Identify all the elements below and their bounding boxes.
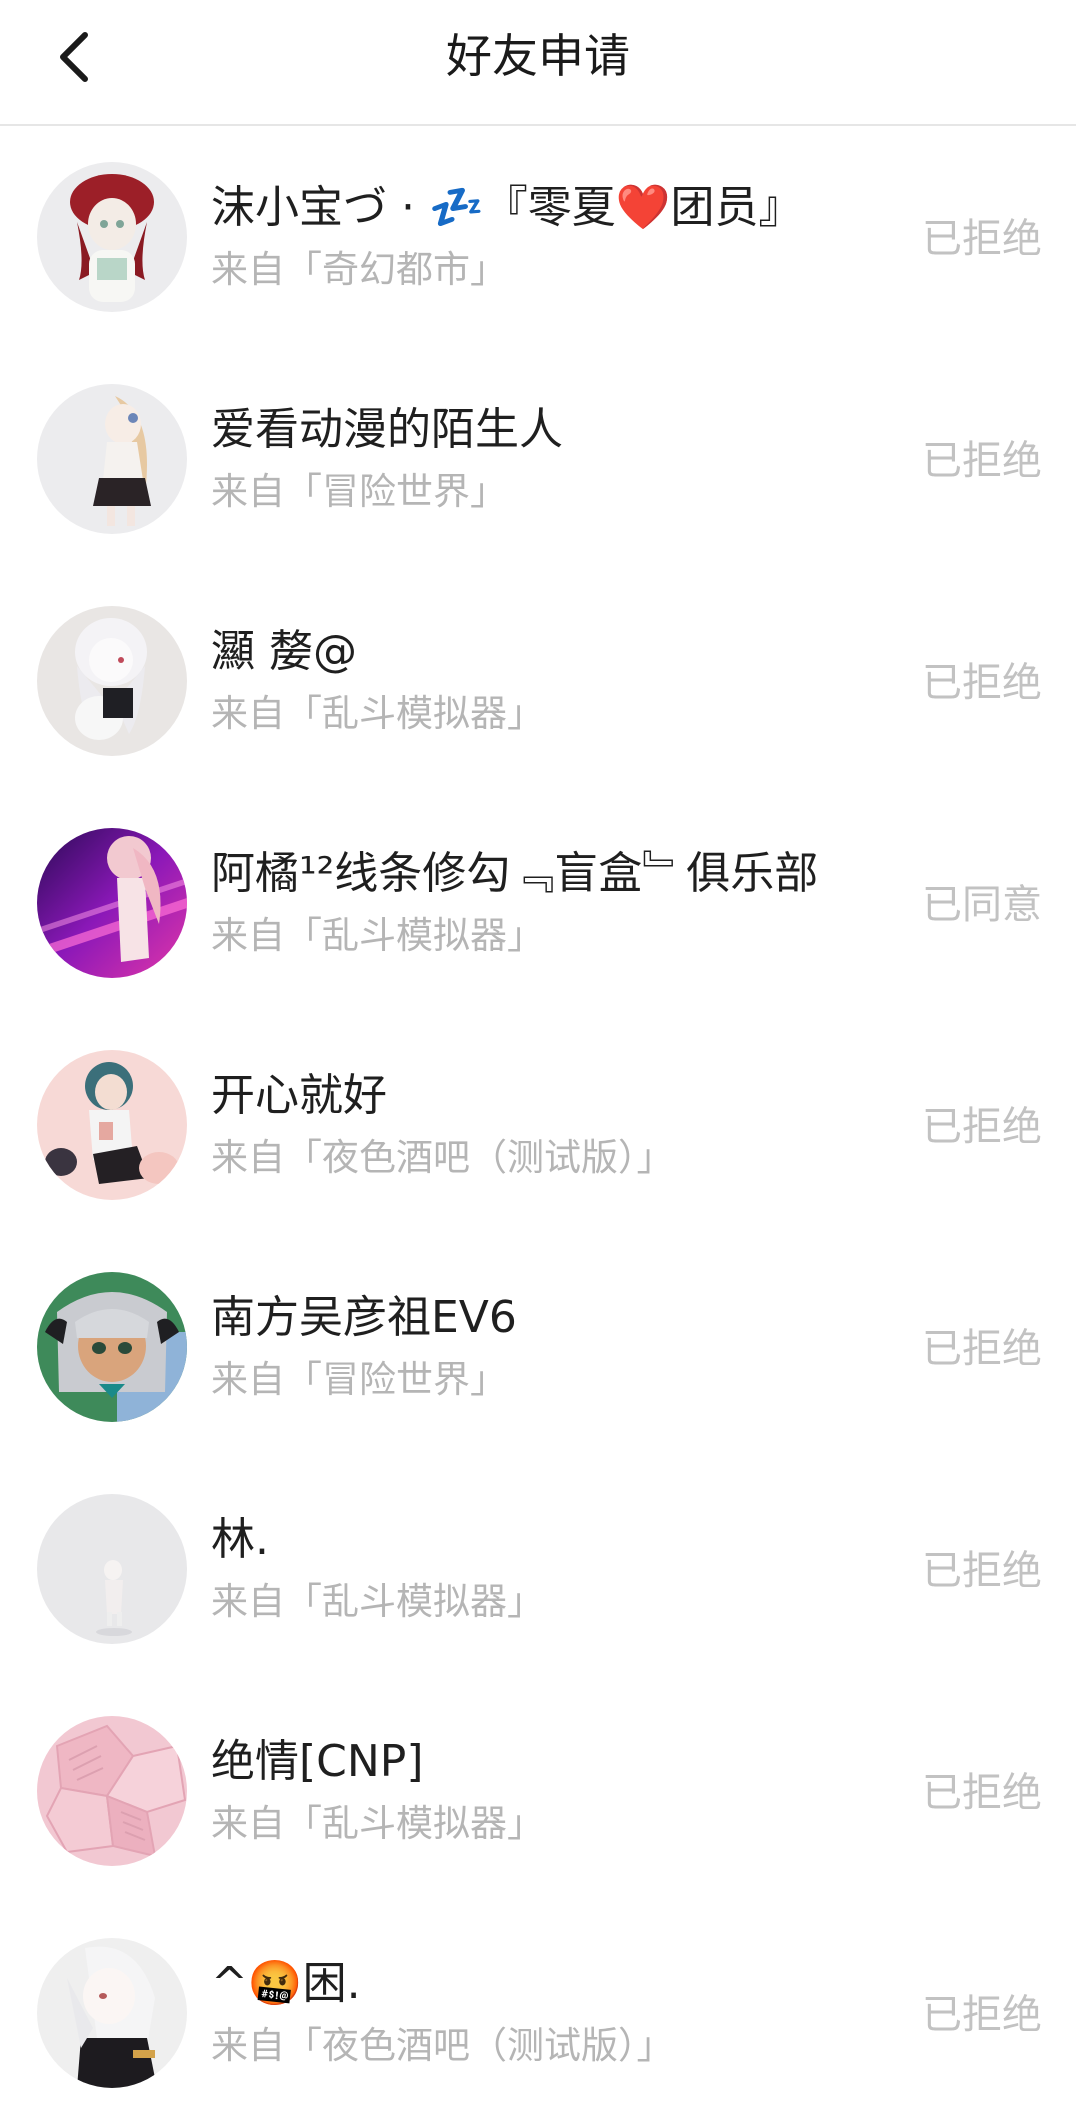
friend-request-item[interactable]: 绝情[CNP] 来自「乱斗模拟器」 已拒绝 bbox=[0, 1680, 1076, 1902]
request-source: 来自「冒险世界」 bbox=[211, 470, 507, 513]
avatar[interactable] bbox=[37, 828, 187, 978]
avatar[interactable] bbox=[37, 1272, 187, 1422]
requester-name: 爱看动漫的陌生人 bbox=[211, 404, 563, 455]
friend-request-item[interactable]: 开心就好 来自「夜色酒吧（测试版）」 已拒绝 bbox=[0, 1014, 1076, 1236]
friend-request-item[interactable]: ^🤬困. 来自「夜色酒吧（测试版）」 已拒绝 bbox=[0, 1902, 1076, 2124]
request-source: 来自「夜色酒吧（测试版）」 bbox=[211, 1136, 674, 1179]
request-source: 来自「奇幻都市」 bbox=[211, 248, 507, 291]
friend-request-item[interactable]: 沫小宝づ · 💤『零夏❤️团员』 来自「奇幻都市」 已拒绝 bbox=[0, 126, 1076, 348]
top-bar: 好友申请 bbox=[0, 0, 1076, 126]
request-source: 来自「乱斗模拟器」 bbox=[211, 1802, 544, 1845]
request-status: 已拒绝 bbox=[922, 1326, 1042, 1372]
request-status: 已拒绝 bbox=[922, 1104, 1042, 1150]
friend-request-item[interactable]: 爱看动漫的陌生人 来自「冒险世界」 已拒绝 bbox=[0, 348, 1076, 570]
friend-request-item[interactable]: 南方吴彦祖EV6 来自「冒险世界」 已拒绝 bbox=[0, 1236, 1076, 1458]
friend-request-list: 沫小宝づ · 💤『零夏❤️团员』 来自「奇幻都市」 已拒绝 爱看动漫的陌生人 来… bbox=[0, 126, 1076, 2124]
requester-name: 开心就好 bbox=[211, 1070, 387, 1121]
page-title: 好友申请 bbox=[446, 29, 630, 83]
requester-name: 林. bbox=[211, 1514, 269, 1565]
request-status: 已拒绝 bbox=[922, 1548, 1042, 1594]
avatar[interactable] bbox=[37, 384, 187, 534]
request-source: 来自「乱斗模拟器」 bbox=[211, 692, 544, 735]
request-status: 已拒绝 bbox=[922, 1992, 1042, 2038]
friend-request-item[interactable]: 林. 来自「乱斗模拟器」 已拒绝 bbox=[0, 1458, 1076, 1680]
avatar[interactable] bbox=[37, 1938, 187, 2088]
avatar[interactable] bbox=[37, 1716, 187, 1866]
requester-name: 阿橘¹²线条修勾﹃盲盒﹄俱乐部 bbox=[211, 848, 819, 899]
request-status: 已拒绝 bbox=[922, 216, 1042, 262]
avatar[interactable] bbox=[37, 606, 187, 756]
requester-name: 沫小宝づ · 💤『零夏❤️团员』 bbox=[211, 182, 803, 233]
avatar[interactable] bbox=[37, 162, 187, 312]
friend-request-item[interactable]: 灦 嫠@ 来自「乱斗模拟器」 已拒绝 bbox=[0, 570, 1076, 792]
request-status: 已拒绝 bbox=[922, 1770, 1042, 1816]
request-source: 来自「乱斗模拟器」 bbox=[211, 914, 544, 957]
avatar[interactable] bbox=[37, 1050, 187, 1200]
request-status: 已拒绝 bbox=[922, 660, 1042, 706]
request-source: 来自「乱斗模拟器」 bbox=[211, 1580, 544, 1623]
request-source: 来自「夜色酒吧（测试版）」 bbox=[211, 2024, 674, 2067]
requester-name: ^🤬困. bbox=[211, 1958, 361, 2009]
friend-request-item[interactable]: 阿橘¹²线条修勾﹃盲盒﹄俱乐部 来自「乱斗模拟器」 已同意 bbox=[0, 792, 1076, 1014]
requester-name: 绝情[CNP] bbox=[211, 1736, 424, 1787]
requester-name: 灦 嫠@ bbox=[211, 626, 357, 677]
request-source: 来自「冒险世界」 bbox=[211, 1358, 507, 1401]
avatar[interactable] bbox=[37, 1494, 187, 1644]
request-status: 已同意 bbox=[922, 882, 1042, 928]
requester-name: 南方吴彦祖EV6 bbox=[211, 1292, 517, 1343]
request-status: 已拒绝 bbox=[922, 438, 1042, 484]
